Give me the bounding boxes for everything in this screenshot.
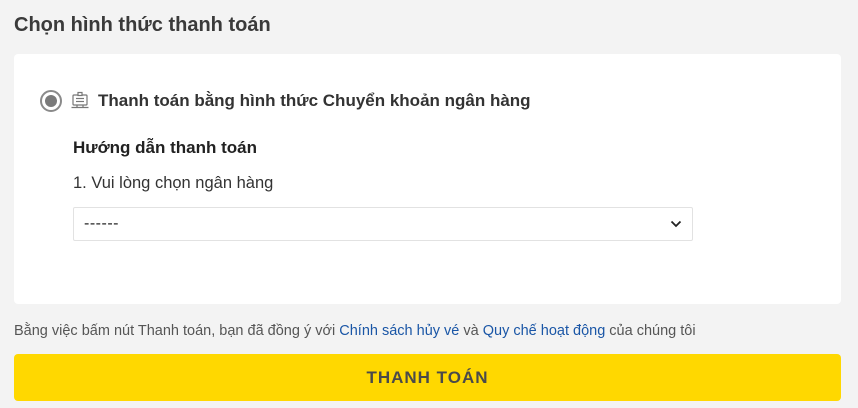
bank-select-value: ------ bbox=[84, 215, 119, 232]
bank-transfer-radio[interactable] bbox=[40, 90, 62, 112]
radio-selected-dot bbox=[45, 95, 57, 107]
payment-method-card: Thanh toán bằng hình thức Chuyển khoản n… bbox=[14, 54, 841, 304]
bank-transfer-icon bbox=[70, 91, 90, 111]
terms-middle: và bbox=[459, 323, 483, 339]
operating-regulations-link[interactable]: Quy chế hoạt động bbox=[483, 323, 606, 339]
bank-transfer-label: Thanh toán bằng hình thức Chuyển khoản n… bbox=[98, 91, 531, 110]
terms-suffix: của chúng tôi bbox=[605, 323, 696, 339]
payment-page: Chọn hình thức thanh toán Thanh toán bằn… bbox=[0, 0, 858, 408]
cancellation-policy-link[interactable]: Chính sách hủy vé bbox=[339, 323, 459, 339]
bank-transfer-option[interactable]: Thanh toán bằng hình thức Chuyển khoản n… bbox=[40, 90, 531, 112]
terms-notice: Bằng việc bấm nút Thanh toán, bạn đã đồn… bbox=[14, 323, 696, 339]
pay-button[interactable]: THANH TOÁN bbox=[14, 354, 841, 401]
payment-guide-step-1: 1. Vui lòng chọn ngân hàng bbox=[73, 174, 274, 192]
bank-select[interactable]: ------ bbox=[73, 207, 693, 241]
payment-guide-title: Hướng dẫn thanh toán bbox=[73, 138, 257, 157]
terms-prefix: Bằng việc bấm nút Thanh toán, bạn đã đồn… bbox=[14, 323, 340, 339]
section-title: Chọn hình thức thanh toán bbox=[14, 14, 271, 36]
chevron-down-icon bbox=[670, 215, 682, 233]
